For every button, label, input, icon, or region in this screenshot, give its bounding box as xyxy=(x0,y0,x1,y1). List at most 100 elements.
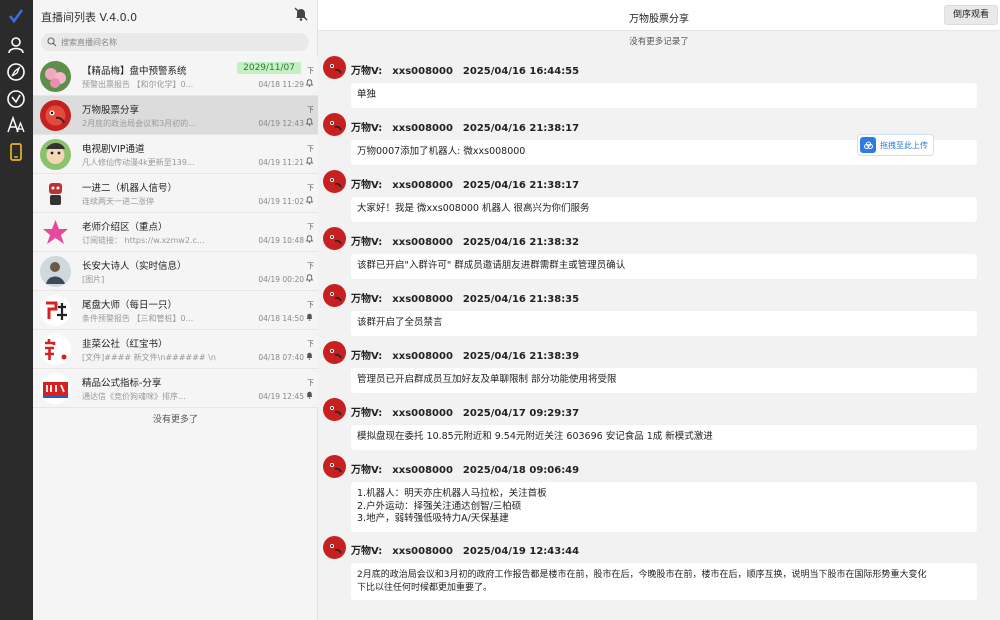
sender-id: xxs008000 xyxy=(392,465,453,476)
avatar xyxy=(323,113,346,136)
avatar xyxy=(40,295,71,326)
chat-item[interactable]: 精品公式指标-分享 通达信《竞价狗魂咪》排序... 04/19 12:45 下 xyxy=(33,369,318,408)
phone-icon[interactable] xyxy=(4,140,28,164)
chat-item[interactable]: 万物股票分享 2月底的政治局会议和3月初的... 04/19 12:43 下 xyxy=(33,96,318,135)
sender-name: 万物V: xyxy=(351,465,383,476)
message-time: 2025/04/16 21:38:35 xyxy=(462,294,580,305)
avatar xyxy=(40,178,71,209)
message-bubble[interactable]: 大家好！我是 微xxs008000 机器人 很高兴为你们服务 xyxy=(351,197,977,222)
bell-icon[interactable] xyxy=(305,156,314,165)
avatar xyxy=(40,217,71,248)
message-bubble[interactable]: 单独 xyxy=(351,83,977,108)
message-meta: 万物V: xxs008000 2025/04/16 21:38:39 xyxy=(351,347,589,362)
message-line: 单独 xyxy=(357,89,377,100)
chat-preview: 连续两天一进二涨停 xyxy=(82,197,154,206)
user-icon[interactable] xyxy=(4,33,28,57)
font-icon[interactable] xyxy=(4,113,28,137)
chat-time: 04/19 11:21 xyxy=(258,158,304,167)
search-icon xyxy=(47,37,57,47)
pin-toggle[interactable]: 下 xyxy=(307,223,314,231)
avatar xyxy=(323,341,346,364)
chat-time: 04/19 11:02 xyxy=(258,197,304,206)
search-input[interactable] xyxy=(61,37,291,47)
chat-preview: 2月底的政治局会议和3月初的... xyxy=(82,119,196,128)
chat-preview: 条件预警报告 【三和管桩】0... xyxy=(82,314,194,323)
drag-upload-widget[interactable]: 拖拽至此上传 xyxy=(857,134,934,156)
bell-muted-icon[interactable] xyxy=(305,351,314,360)
bell-icon[interactable] xyxy=(305,195,314,204)
message-line: 该群已开启"入群许可" 群成员邀请朋友进群需群主或管理员确认 xyxy=(357,260,626,271)
pin-toggle[interactable]: 下 xyxy=(307,67,314,75)
chat-item[interactable]: 尾盘大师（每日一只） 条件预警报告 【三和管桩】0... 04/18 14:50… xyxy=(33,291,318,330)
message-meta: 万物V: xxs008000 2025/04/16 21:38:35 xyxy=(351,290,589,305)
chat-preview: 订阅链接： https://w.xzmw2.c... xyxy=(82,236,205,245)
check-logo-icon xyxy=(4,4,28,28)
reverse-order-button[interactable]: 倒序观看 xyxy=(943,5,998,25)
search-bar[interactable] xyxy=(41,33,309,51)
avatar xyxy=(40,61,71,92)
message-meta: 万物V: xxs008000 2025/04/18 09:06:49 xyxy=(351,461,589,476)
no-more-records: 没有更多记录了 xyxy=(629,37,689,47)
sender-id: xxs008000 xyxy=(392,180,453,191)
message-bubble[interactable]: 该群已开启"入群许可" 群成员邀请朋友进群需群主或管理员确认 xyxy=(351,254,977,279)
chat-item[interactable]: 韭菜公社（红宝书） [文件]#### 新文件\n###### \n 04/18 … xyxy=(33,330,318,369)
pin-toggle[interactable]: 下 xyxy=(307,340,314,348)
chat-area: 万物股票分享 倒序观看 没有更多记录了 万物V: xxs008000 2025/04… xyxy=(318,0,1000,620)
bell-icon[interactable] xyxy=(305,273,314,282)
bell-muted-icon[interactable] xyxy=(305,390,314,399)
sender-id: xxs008000 xyxy=(392,408,453,419)
message-bubble[interactable]: 模拟盘现在委托 10.85元附近和 9.54元附近关注 603696 安记食品 … xyxy=(351,425,977,450)
chat-time: 04/18 11:29 xyxy=(258,80,304,89)
chat-item[interactable]: 老师介绍区（重点） 订阅链接： https://w.xzmw2.c... 04/… xyxy=(33,213,318,252)
sender-id: xxs008000 xyxy=(392,546,453,557)
chat-name: 精品公式指标-分享 xyxy=(82,378,162,389)
compass-icon[interactable] xyxy=(4,60,28,84)
message-bubble[interactable]: 1.机器人：明天亦庄机器人马拉松，关注首板 2.户外运动：择强关注通达创智/三柏… xyxy=(351,482,977,532)
message-time: 2025/04/18 09:06:49 xyxy=(462,465,580,476)
chat-time: 04/19 12:43 xyxy=(258,119,304,128)
message-bubble[interactable]: 2月底的政治局会议和3月初的政府工作报告都是楼市在前，股市在后，今晚股市在前，楼… xyxy=(351,563,977,600)
message-line: 模拟盘现在委托 10.85元附近和 9.54元附近关注 603696 安记食品 … xyxy=(357,431,713,442)
pin-toggle[interactable]: 下 xyxy=(307,184,314,192)
avatar xyxy=(323,56,346,79)
list-title: 直播间列表 V.4.0.0 xyxy=(41,11,138,24)
list-header: 直播间列表 V.4.0.0 xyxy=(33,0,317,28)
message-line: 管理员已开启群成员互加好友及单聊限制 部分功能使用将受限 xyxy=(357,374,617,385)
message-bubble[interactable]: 该群开启了全员禁言 xyxy=(351,311,977,336)
chat-item[interactable]: 长安大诗人（实时信息） [图片] 04/19 00:20 下 xyxy=(33,252,318,291)
dashboard-icon[interactable] xyxy=(4,87,28,111)
chat-item[interactable]: 电视剧VIP通道 凡人修仙传动漫4k更新至139... 04/19 11:21 … xyxy=(33,135,318,174)
message-line: 下比以往任何时候都更加重要了。 xyxy=(357,582,493,593)
sender-name: 万物V: xyxy=(351,546,383,557)
chat-time: 04/18 07:40 xyxy=(258,353,304,362)
message-time: 2025/04/17 09:29:37 xyxy=(462,408,580,419)
chat-preview: [文件]#### 新文件\n###### \n xyxy=(82,353,216,362)
bell-off-icon[interactable] xyxy=(293,6,309,22)
bell-icon[interactable] xyxy=(305,234,314,243)
bell-muted-icon[interactable] xyxy=(305,312,314,321)
sender-name: 万物V: xyxy=(351,123,383,134)
chat-name: 【精品梅】盘中预警系统 xyxy=(82,66,187,77)
message-line: 1.机器人：明天亦庄机器人马拉松，关注首板 xyxy=(357,488,547,499)
message-bubble[interactable]: 管理员已开启群成员互加好友及单聊限制 部分功能使用将受限 xyxy=(351,368,977,393)
chat-name: 韭菜公社（红宝书） xyxy=(82,339,168,350)
message-time: 2025/04/19 12:43:44 xyxy=(462,546,580,557)
chat-item[interactable]: 【精品梅】盘中预警系统 预警出票报告 【和尔化学】0... 2029/11/07… xyxy=(33,57,318,96)
sender-id: xxs008000 xyxy=(392,237,453,248)
chat-time: 04/19 12:45 xyxy=(258,392,304,401)
chat-time: 04/18 14:50 xyxy=(258,314,304,323)
pin-toggle[interactable]: 下 xyxy=(307,301,314,309)
chat-name: 老师介绍区（重点） xyxy=(82,222,168,233)
pin-toggle[interactable]: 下 xyxy=(307,106,314,114)
sender-name: 万物V: xyxy=(351,351,383,362)
pin-toggle[interactable]: 下 xyxy=(307,262,314,270)
sender-id: xxs008000 xyxy=(392,66,453,77)
chat-item[interactable]: 一进二（机器人信号） 连续两天一进二涨停 04/19 11:02 下 xyxy=(33,174,318,213)
avatar xyxy=(323,455,346,478)
pin-toggle[interactable]: 下 xyxy=(307,145,314,153)
bell-icon[interactable] xyxy=(305,117,314,126)
chat-list: 【精品梅】盘中预警系统 预警出票报告 【和尔化学】0... 2029/11/07… xyxy=(33,57,318,408)
bell-icon[interactable] xyxy=(305,78,314,87)
message-time: 2025/04/16 21:38:32 xyxy=(462,237,580,248)
pin-toggle[interactable]: 下 xyxy=(307,379,314,387)
